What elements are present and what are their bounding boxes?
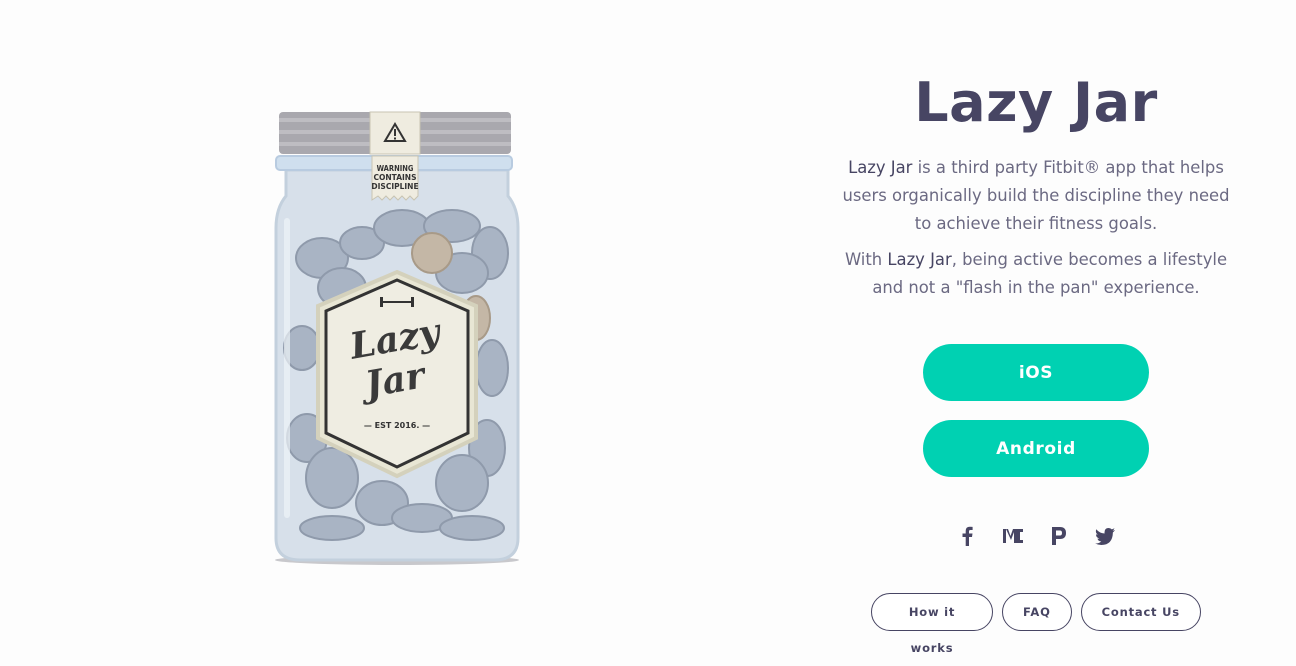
- ios-button[interactable]: iOS: [923, 344, 1149, 401]
- svg-text:WARNING: WARNING: [377, 164, 414, 173]
- contact-us-link[interactable]: Contact Us: [1080, 593, 1201, 631]
- medium-link[interactable]: [1002, 525, 1024, 547]
- brand-name: Lazy Jar: [848, 158, 913, 177]
- how-it-works-link[interactable]: How it works: [871, 593, 994, 655]
- android-button[interactable]: Android: [923, 420, 1149, 477]
- svg-text:— EST 2016. —: — EST 2016. —: [364, 421, 430, 430]
- app-tagline: With Lazy Jar, being active becomes a li…: [836, 246, 1236, 302]
- svg-text:DISCIPLINE: DISCIPLINE: [371, 182, 418, 191]
- medium-icon: [1003, 529, 1023, 543]
- producthunt-icon: [1052, 527, 1066, 545]
- facebook-icon: [962, 526, 973, 546]
- faq-link[interactable]: FAQ: [1002, 593, 1072, 631]
- twitter-icon: [1095, 527, 1115, 545]
- lazy-jar-illustration: WARNING CONTAINS DISCIPLINE Lazy Jar — E…: [262, 108, 532, 570]
- footer-nav: How it works FAQ Contact Us: [836, 593, 1236, 655]
- page-title: Lazy Jar: [914, 71, 1158, 134]
- producthunt-link[interactable]: [1048, 525, 1070, 547]
- twitter-link[interactable]: [1094, 525, 1116, 547]
- svg-text:CONTAINS: CONTAINS: [374, 173, 417, 182]
- tagline-prefix: With: [844, 250, 888, 269]
- facebook-link[interactable]: [956, 525, 978, 547]
- social-links: [836, 525, 1236, 547]
- app-info: Lazy Jar Lazy Jar is a third party Fitbi…: [836, 70, 1236, 655]
- brand-name: Lazy Jar: [887, 250, 952, 269]
- app-description: Lazy Jar is a third party Fitbit® app th…: [836, 154, 1236, 238]
